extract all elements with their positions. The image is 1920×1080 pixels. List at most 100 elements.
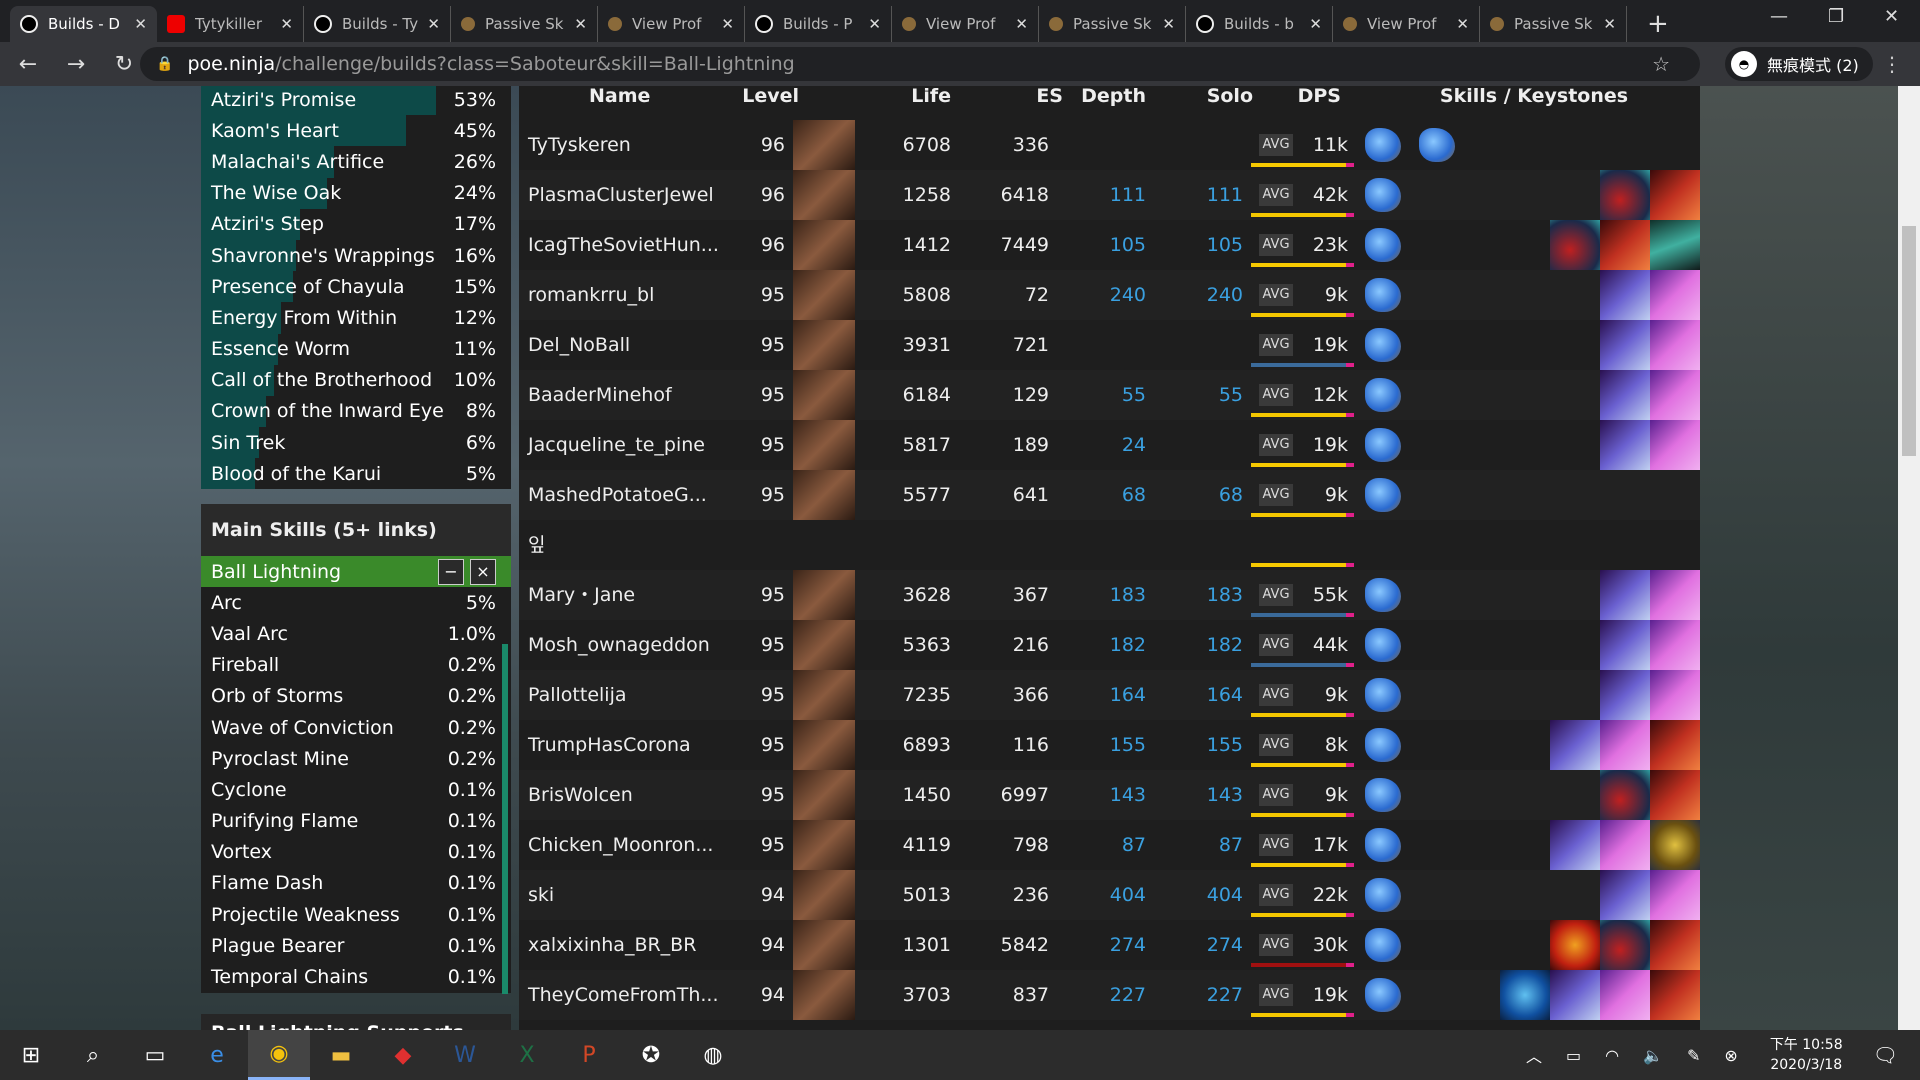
unique-item-filter[interactable]: Crown of the Inward Eye 8% xyxy=(201,395,511,428)
orange-keystone-icon[interactable] xyxy=(1550,920,1600,970)
ball-lightning-gem-icon[interactable] xyxy=(1365,428,1401,462)
unique-item-filter[interactable]: Call of the Brotherhood 10% xyxy=(201,364,511,396)
solo-value[interactable]: 183 xyxy=(1169,570,1243,620)
close-tab-icon[interactable]: ✕ xyxy=(721,15,734,33)
solo-value[interactable]: 274 xyxy=(1169,920,1243,970)
build-row[interactable]: BrisWolcen 95 1450 6997 143 143 AVG 9k xyxy=(519,770,1700,820)
character-name[interactable]: BrisWolcen xyxy=(528,770,633,820)
depth-value[interactable]: 240 xyxy=(1079,270,1146,320)
blue-keystone-icon[interactable] xyxy=(1550,970,1600,1020)
character-name[interactable]: TrumpHasCorona xyxy=(528,720,691,770)
remove-filter-button[interactable]: × xyxy=(470,558,496,585)
cyan-keystone-icon[interactable] xyxy=(1500,970,1550,1020)
build-row[interactable]: TheyComeFromTh... 94 3703 837 227 227 AVG 19k xyxy=(519,970,1700,1020)
pink-keystone-icon[interactable] xyxy=(1650,620,1700,670)
depth-value[interactable]: 87 xyxy=(1079,820,1146,870)
skill-filter[interactable]: Vaal Arc 1.0% xyxy=(201,618,511,650)
skill-filter[interactable]: Fireball 0.2% xyxy=(201,649,511,681)
unique-item-filter[interactable]: Energy From Within 12% xyxy=(201,302,511,334)
pink-keystone-icon[interactable] xyxy=(1650,320,1700,370)
build-row[interactable]: Mosh_ownageddon 95 5363 216 182 182 AVG 44k xyxy=(519,620,1700,670)
solo-value[interactable]: 55 xyxy=(1169,370,1243,420)
close-tab-icon[interactable]: ✕ xyxy=(427,15,440,33)
word-icon[interactable]: W xyxy=(434,1030,496,1080)
build-row[interactable]: Mary・Jane 95 3628 367 183 183 AVG 55k xyxy=(519,570,1700,620)
forward-button[interactable]: → xyxy=(56,52,96,77)
close-tab-icon[interactable]: ✕ xyxy=(280,15,293,33)
build-row[interactable]: PlasmaClusterJewel 96 1258 6418 111 111 AVG 42k xyxy=(519,170,1700,220)
ball-lightning-gem-icon[interactable] xyxy=(1365,278,1401,312)
skill-filter[interactable]: Projectile Weakness 0.1% xyxy=(201,899,511,931)
skill-filter[interactable]: Flame Dash 0.1% xyxy=(201,867,511,900)
depth-value[interactable]: 55 xyxy=(1079,370,1146,420)
excel-icon[interactable]: X xyxy=(496,1030,558,1080)
solo-value[interactable]: 87 xyxy=(1169,820,1243,870)
column-header[interactable]: Solo xyxy=(1179,86,1253,106)
fire-keystone-icon[interactable] xyxy=(1650,720,1700,770)
depth-value[interactable]: 111 xyxy=(1079,170,1146,220)
build-row[interactable]: IcagTheSovietHun... 96 1412 7449 105 105 AVG 23… xyxy=(519,220,1700,270)
build-row[interactable]: BaaderMinehof 95 6184 129 55 55 AVG 12k xyxy=(519,370,1700,420)
red-keystone-icon[interactable] xyxy=(1550,220,1600,270)
build-row[interactable]: Pallottelija 95 7235 366 164 164 AVG 9k xyxy=(519,670,1700,720)
browser-tab[interactable]: View Prof ✕ xyxy=(598,6,745,42)
ball-lightning-gem-icon[interactable] xyxy=(1365,978,1401,1012)
solo-value[interactable]: 68 xyxy=(1169,470,1243,520)
pen-icon[interactable]: ✎ xyxy=(1687,1046,1700,1065)
scrollbar-thumb[interactable] xyxy=(1902,226,1916,456)
ball-lightning-gem-icon[interactable] xyxy=(1365,328,1401,362)
solo-value[interactable]: 111 xyxy=(1169,170,1243,220)
file-explorer-icon[interactable]: ▬ xyxy=(310,1030,372,1080)
red-keystone-icon[interactable] xyxy=(1600,170,1650,220)
fire-keystone-icon[interactable] xyxy=(1600,220,1650,270)
volume-icon[interactable]: 🔈 xyxy=(1643,1046,1663,1065)
unique-item-filter[interactable]: Presence of Chayula 15% xyxy=(201,271,511,303)
close-tab-icon[interactable]: ✕ xyxy=(1015,15,1028,33)
depth-value[interactable]: 105 xyxy=(1079,220,1146,270)
ball-lightning-gem-icon[interactable] xyxy=(1365,728,1401,762)
chrome-icon[interactable]: ◉ xyxy=(248,1030,310,1080)
fire-keystone-icon[interactable] xyxy=(1650,770,1700,820)
solo-value[interactable]: 404 xyxy=(1169,870,1243,920)
character-name[interactable]: TyTyskeren xyxy=(528,120,631,170)
ball-lightning-gem-icon[interactable] xyxy=(1365,228,1401,262)
browser-tab[interactable]: Builds - D ✕ xyxy=(10,6,157,42)
ball-lightning-gem-icon[interactable] xyxy=(1365,128,1401,162)
build-row[interactable]: 잎 xyxy=(519,520,1700,570)
character-name[interactable]: Del_NoBall xyxy=(528,320,630,370)
character-name[interactable]: romankrru_bl xyxy=(528,270,654,320)
ball-lightning-gem-icon[interactable] xyxy=(1365,828,1401,862)
pink-keystone-icon[interactable] xyxy=(1650,420,1700,470)
ball-lightning-gem-icon[interactable] xyxy=(1365,778,1401,812)
column-header[interactable]: Life xyxy=(899,86,951,106)
ball-lightning-gem-icon[interactable] xyxy=(1365,928,1401,962)
reload-button[interactable]: ↻ xyxy=(104,52,144,77)
app-icon[interactable]: ✪ xyxy=(620,1030,682,1080)
close-tab-icon[interactable]: ✕ xyxy=(1456,15,1469,33)
build-row[interactable]: xalxixinha_BR_BR 94 1301 5842 274 274 AVG 30k xyxy=(519,920,1700,970)
browser-tab[interactable]: View Prof ✕ xyxy=(892,6,1039,42)
notifications-icon[interactable]: 🗨 xyxy=(1873,1043,1898,1067)
new-tab-button[interactable]: + xyxy=(1647,6,1669,42)
unique-item-filter[interactable]: Atziri's Promise 53% xyxy=(201,86,511,116)
fire-keystone-icon[interactable] xyxy=(1650,920,1700,970)
unique-item-filter[interactable]: The Wise Oak 24% xyxy=(201,177,511,209)
fire-keystone-icon[interactable] xyxy=(1650,970,1700,1020)
restore-button[interactable]: ❐ xyxy=(1828,6,1844,27)
character-name[interactable]: Chicken_Moonron... xyxy=(528,820,713,870)
column-header[interactable]: Level xyxy=(713,86,799,106)
task-view-icon[interactable]: ▭ xyxy=(124,1030,186,1080)
browser-tab[interactable]: Builds - b ✕ xyxy=(1186,6,1333,42)
minimize-button[interactable]: — xyxy=(1770,6,1788,27)
red-keystone-icon[interactable] xyxy=(1600,920,1650,970)
solo-value[interactable]: 155 xyxy=(1169,720,1243,770)
character-name[interactable]: MashedPotatoeG... xyxy=(528,470,707,520)
battery-icon[interactable]: ▭ xyxy=(1566,1046,1581,1065)
character-name[interactable]: 잎 xyxy=(528,520,545,570)
column-header[interactable]: Skills / Keystones xyxy=(1409,86,1659,106)
fire-keystone-icon[interactable] xyxy=(1650,170,1700,220)
chevron-up-icon[interactable]: ︿ xyxy=(1526,1043,1542,1067)
ball-lightning-gem-icon[interactable] xyxy=(1365,678,1401,712)
build-row[interactable]: Chicken_Moonron... 95 4119 798 87 87 AVG 17k xyxy=(519,820,1700,870)
support-gem-icon[interactable] xyxy=(1419,128,1455,162)
